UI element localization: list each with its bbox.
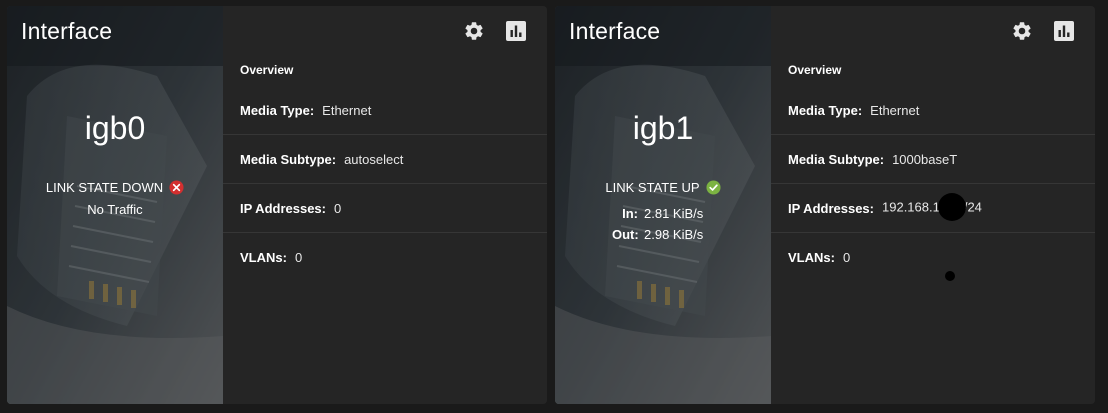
media-subtype-value: autoselect [344,151,404,167]
card-title: Interface [21,18,113,44]
error-circle-icon [169,180,184,195]
interface-card-igb0: Interface igb0 LINK STATE DOWN No Traffi… [7,6,547,404]
ip-address-suffix: /24 [963,199,982,215]
interface-name: igb1 [632,110,694,146]
gear-icon[interactable] [1011,20,1033,42]
interface-image-panel: Interface igb1 LINK STATE UP In: 2.81 Ki… [555,6,771,404]
vlans-value: 0 [842,250,851,265]
redaction-mark [937,193,966,221]
ip-addresses-row: IP Addresses: 192.168.1/24 [771,184,1095,233]
vlans-row: VLANs: 0 [771,233,1095,282]
traffic-out-label: Out: [612,227,639,242]
media-subtype-label: Media Subtype: [240,151,337,167]
traffic-in-label: In: [622,206,638,221]
bar-chart-icon[interactable] [505,20,527,42]
ip-addresses-value: 192.168.1/24 [882,193,982,222]
overview-title: Overview [788,63,842,77]
interface-card-igb1: Interface igb1 LINK STATE UP In: 2.81 Ki… [555,6,1095,404]
media-type-value: Ethernet [322,102,372,118]
card-toolbar [463,20,527,42]
overview-title: Overview [240,63,294,77]
media-type-row: Media Type: Ethernet [223,86,547,135]
media-subtype-row: Media Subtype: autoselect [223,135,547,184]
vlans-value: 0 [294,250,303,265]
ethernet-cable-image [555,6,771,404]
media-type-label: Media Type: [240,102,315,118]
link-state-label: LINK STATE DOWN [45,180,164,195]
media-type-label: Media Type: [788,102,863,118]
traffic-out-value: 2.98 KiB/s [644,227,704,242]
card-toolbar [1011,20,1075,42]
media-type-row: Media Type: Ethernet [771,86,1095,135]
ip-addresses-label: IP Addresses: [788,200,874,216]
interface-image-panel: Interface igb0 LINK STATE DOWN No Traffi… [7,6,223,404]
ip-addresses-row: IP Addresses: 0 [223,184,547,233]
card-title: Interface [569,18,661,44]
vlans-label: VLANs: [240,250,287,265]
link-state: LINK STATE UP [555,180,771,195]
redaction-dot [945,271,955,281]
media-type-value: Ethernet [870,102,920,118]
media-subtype-value: 1000baseT [892,151,958,167]
traffic-status: No Traffic [87,202,143,217]
overview-panel: Overview Media Type: Ethernet Media Subt… [223,6,547,404]
interface-name: igb0 [84,110,146,146]
vlans-label: VLANs: [788,250,835,265]
traffic-out-row: Out: 2.98 KiB/s [555,227,771,242]
link-state-label: LINK STATE UP [605,180,700,195]
media-subtype-row: Media Subtype: 1000baseT [771,135,1095,184]
media-subtype-label: Media Subtype: [788,151,885,167]
traffic-in-row: In: 2.81 KiB/s [555,206,771,221]
check-circle-icon [706,180,721,195]
vlans-row: VLANs: 0 [223,233,547,282]
traffic-in-value: 2.81 KiB/s [644,206,704,221]
overview-panel: Overview Media Type: Ethernet Media Subt… [771,6,1095,404]
ip-address-prefix: 192.168.1 [882,199,940,215]
ip-addresses-value: 0 [334,200,342,216]
gear-icon[interactable] [463,20,485,42]
link-state: LINK STATE DOWN [7,180,223,195]
bar-chart-icon[interactable] [1053,20,1075,42]
ip-addresses-label: IP Addresses: [240,200,326,216]
